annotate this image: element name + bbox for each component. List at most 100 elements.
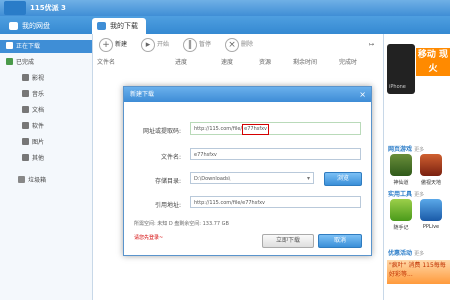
sidebar-item-downloading[interactable]: 正在下载 — [0, 40, 92, 53]
app-logo-icon — [4, 1, 26, 15]
download-arrow-icon — [6, 42, 13, 49]
col-sources[interactable]: 资源 — [259, 57, 271, 66]
url-prefix: http://115.com/file/ — [194, 126, 243, 132]
tab-my-cloud[interactable]: 我的网盘 — [4, 18, 58, 34]
game-icon-aoshitiandi[interactable] — [420, 154, 442, 176]
more-link[interactable]: 更多 — [414, 192, 424, 198]
promo-banner[interactable]: "疯叶" 消费 115每每好彩等... — [387, 260, 450, 284]
space-info: 所需空间: 未知 D 盘剩余空间: 133.77 GB — [134, 221, 229, 227]
download-icon — [97, 22, 106, 30]
close-icon[interactable]: × — [359, 87, 366, 102]
sidebar-item-other[interactable]: 其他 — [22, 152, 44, 165]
tab-label: 我的网盘 — [22, 22, 50, 30]
sidebar-item-label: 已完成 — [16, 59, 35, 66]
reference-label: 引用地址: — [154, 202, 181, 209]
sidebar-item-images[interactable]: 图片 — [22, 136, 44, 149]
music-icon — [22, 90, 29, 97]
sidebar-item-trash[interactable]: 垃圾箱 — [18, 174, 46, 187]
cloud-icon — [9, 22, 18, 30]
sidebar-item-label: 其他 — [32, 155, 45, 162]
reference-input[interactable]: http://115.com/file/e77hsfxv — [190, 196, 361, 208]
filename-input[interactable]: e77hsfxv — [190, 148, 361, 160]
game-label[interactable]: 神仙道 — [386, 179, 416, 186]
more-link[interactable]: 更多 — [414, 251, 424, 257]
software-icon — [22, 122, 29, 129]
filename-label: 文件名: — [160, 154, 181, 161]
sidebar-item-label: 音乐 — [32, 91, 45, 98]
sidebar-item-label: 正在下载 — [16, 43, 41, 50]
pause-button[interactable]: ‖ 暂停 — [183, 37, 211, 53]
download-now-button[interactable]: 立即下载 — [262, 234, 314, 248]
tool-icon-pplive[interactable] — [420, 199, 442, 221]
sidebar-item-music[interactable]: 音乐 — [22, 88, 44, 101]
cancel-button[interactable]: 取消 — [318, 234, 362, 248]
directory-value: D:\Downloads\ — [194, 176, 231, 182]
tab-label: 我的下载 — [110, 22, 138, 30]
browse-button[interactable]: 浏览 — [324, 172, 362, 186]
play-icon: ▸ — [141, 37, 155, 52]
film-icon — [22, 74, 29, 81]
sidebar-item-label: 软件 — [32, 123, 45, 130]
section-games-title: 网页游戏 更多 — [388, 144, 424, 153]
sidebar-item-software[interactable]: 软件 — [22, 120, 44, 133]
sidebar-item-label: 影视 — [32, 75, 45, 82]
image-icon — [22, 138, 29, 145]
start-button[interactable]: ▸ 开始 — [141, 37, 169, 53]
tool-label[interactable]: PPLive — [416, 224, 446, 230]
section-label: 优惠活动 — [388, 250, 413, 257]
sidebar-item-label: 垃圾箱 — [28, 177, 47, 184]
column-headers: 文件名 进度 速度 资源 剩余时间 完成时 — [93, 56, 383, 68]
tab-my-downloads[interactable]: 我的下载 — [92, 18, 146, 34]
delete-button[interactable]: × 删除 — [225, 37, 253, 53]
toolbar: + 新建 ▸ 开始 ‖ 暂停 × 删除 ↦ — [93, 34, 383, 57]
phone-ad-image[interactable]: iPhone — [387, 44, 415, 94]
dialog-header: 新建下载 × — [124, 87, 371, 102]
delete-label: 删除 — [241, 41, 254, 48]
start-label: 开始 — [157, 41, 170, 48]
right-panel: iPhone 移动 现火 网页游戏 更多 神仙道 傲视天地 实用工具 更多 随手… — [383, 34, 450, 300]
url-label: 网址或提取码: — [142, 128, 181, 135]
plus-icon: + — [99, 37, 113, 52]
url-input[interactable]: http://115.com/file/e77hsfxv — [190, 122, 361, 135]
directory-select[interactable]: D:\Downloads\ ▾ — [190, 172, 314, 184]
game-icon-shenxiandao[interactable] — [390, 154, 412, 176]
sidebar-item-label: 文档 — [32, 107, 45, 114]
tab-bar: 我的网盘 我的下载 — [0, 16, 450, 34]
tool-label[interactable]: 随手记 — [386, 224, 416, 231]
section-promo-title: 优惠活动 更多 — [388, 248, 424, 257]
chevron-down-icon[interactable]: ▾ — [307, 173, 310, 185]
url-highlight: e77hsfxv — [242, 124, 270, 135]
section-tools-title: 实用工具 更多 — [388, 189, 424, 198]
col-progress[interactable]: 进度 — [175, 57, 187, 66]
new-download-button[interactable]: + 新建 — [99, 37, 127, 53]
phone-label: iPhone — [389, 84, 406, 90]
col-remaining[interactable]: 剩余时间 — [293, 57, 317, 66]
pause-label: 暂停 — [199, 41, 212, 48]
new-download-dialog: 新建下载 × 网址或提取码: http://115.com/file/e77hs… — [123, 86, 372, 256]
app-title: 115优派 3 — [30, 4, 66, 12]
col-completed-time[interactable]: 完成时 — [339, 57, 357, 66]
pause-icon: ‖ — [183, 37, 197, 52]
login-link[interactable]: 请您先登录~ — [134, 234, 163, 241]
sidebar-item-documents[interactable]: 文档 — [22, 104, 44, 117]
section-label: 实用工具 — [388, 191, 413, 198]
dialog-title: 新建下载 — [130, 91, 155, 98]
check-icon — [6, 58, 13, 65]
exit-icon[interactable]: ↦ — [369, 37, 374, 53]
col-speed[interactable]: 速度 — [221, 57, 233, 66]
sidebar-item-label: 图片 — [32, 139, 45, 146]
more-link[interactable]: 更多 — [414, 147, 424, 153]
tool-icon-suishouji[interactable] — [390, 199, 412, 221]
sidebar: 正在下载 已完成 影视 音乐 文档 软件 图片 其他 垃圾箱 — [0, 34, 93, 300]
new-label: 新建 — [115, 41, 128, 48]
game-label[interactable]: 傲视天地 — [416, 179, 446, 186]
col-filename[interactable]: 文件名 — [97, 57, 115, 66]
ad-banner[interactable]: 移动 现火 — [416, 48, 450, 76]
document-icon — [22, 106, 29, 113]
delete-icon: × — [225, 37, 239, 52]
title-bar: 115优派 3 — [0, 0, 450, 16]
sidebar-item-video[interactable]: 影视 — [22, 72, 44, 85]
trash-icon — [18, 176, 25, 183]
section-label: 网页游戏 — [388, 146, 413, 153]
sidebar-item-completed[interactable]: 已完成 — [6, 56, 34, 69]
